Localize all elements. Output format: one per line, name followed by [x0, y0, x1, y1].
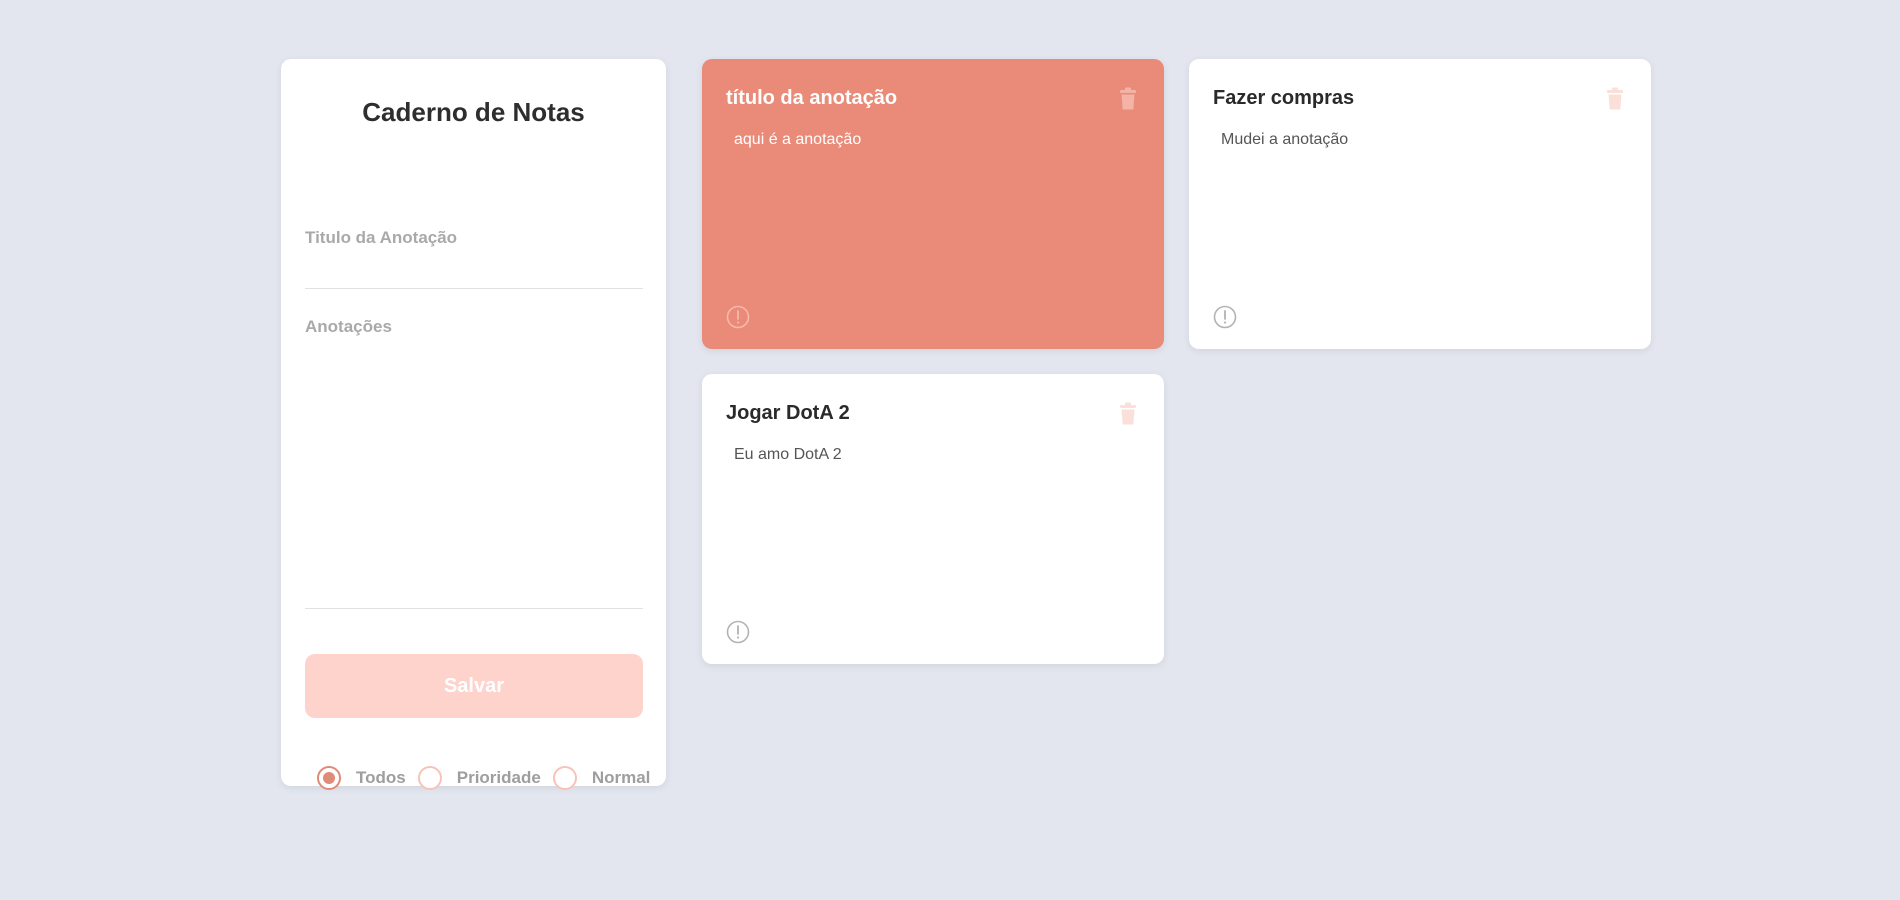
note-title: Jogar DotA 2 — [726, 402, 850, 424]
note-text[interactable]: Mudei a anotação — [1221, 131, 1348, 149]
radio-todos[interactable] — [317, 766, 341, 790]
trash-icon[interactable] — [1118, 87, 1138, 111]
radio-label-prioridade: Prioridade — [456, 768, 541, 787]
filter-option-normal[interactable]: Normal — [552, 766, 651, 790]
filter-radio-group: Todos Prioridade Normal — [317, 764, 662, 792]
exclamation-circle-icon[interactable] — [726, 620, 750, 644]
exclamation-circle-icon[interactable] — [1213, 305, 1237, 329]
note-title: Fazer compras — [1213, 87, 1355, 109]
note-card: Fazer compras Mudei a anotação — [1189, 59, 1651, 349]
notes-field[interactable]: Anotações — [305, 317, 643, 609]
note-form-card: Caderno de Notas Titulo da Anotação Anot… — [281, 59, 666, 790]
radio-normal[interactable] — [552, 766, 577, 790]
title-field-placeholder: Titulo da Anotação — [305, 228, 458, 247]
trash-icon[interactable] — [1605, 87, 1625, 111]
notes-field-placeholder: Anotações — [305, 317, 392, 336]
radio-label-normal: Normal — [591, 768, 651, 787]
exclamation-circle-icon[interactable] — [726, 305, 750, 329]
note-card: Jogar DotA 2 Eu amo DotA 2 — [702, 374, 1164, 664]
note-text[interactable]: aqui é a anotação — [734, 131, 861, 149]
note-title: título da anotação — [726, 87, 898, 109]
trash-icon[interactable] — [1118, 402, 1138, 426]
radio-prioridade[interactable] — [417, 766, 442, 790]
form-title: Caderno de Notas — [362, 97, 585, 127]
filter-option-prioridade[interactable]: Prioridade — [417, 766, 541, 790]
note-text[interactable]: Eu amo DotA 2 — [734, 446, 842, 464]
title-field[interactable]: Titulo da Anotação — [305, 169, 643, 289]
note-card: título da anotação aqui é a anotação — [702, 59, 1164, 349]
filter-option-todos[interactable]: Todos — [317, 766, 406, 790]
radio-label-todos: Todos — [356, 768, 406, 787]
save-button[interactable]: Salvar — [305, 654, 643, 718]
